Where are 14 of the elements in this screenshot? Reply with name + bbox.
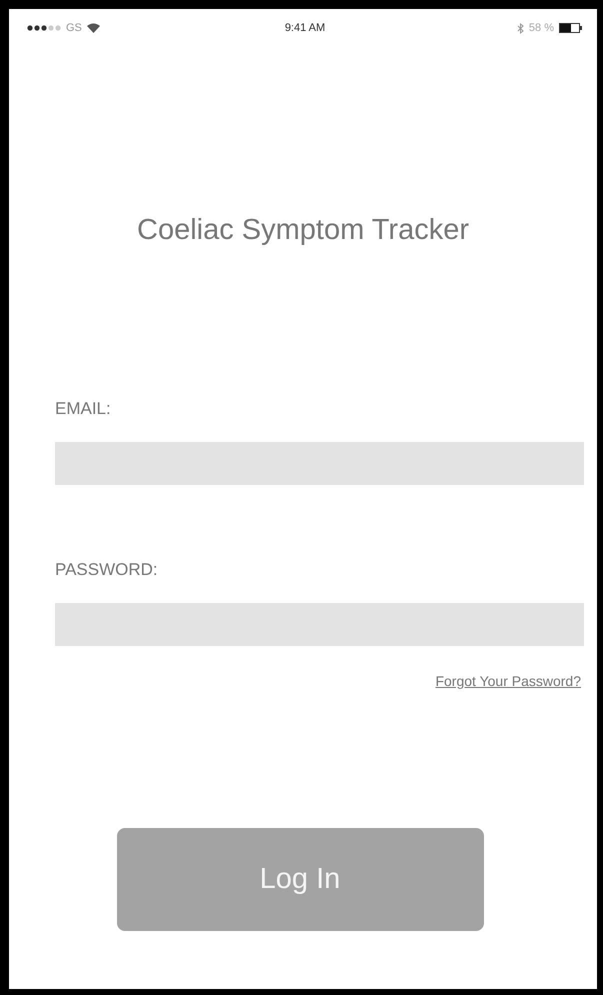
field-label: EMAIL: bbox=[55, 399, 111, 419]
login-button[interactable]: Log In bbox=[116, 828, 484, 931]
signal-icon bbox=[27, 25, 61, 31]
input-field[interactable] bbox=[55, 603, 584, 646]
battery-icon bbox=[558, 23, 583, 33]
wifi-icon bbox=[86, 23, 100, 33]
app-title: Coeliac Symptom Tracker bbox=[136, 214, 470, 247]
battery-percentage: 58 % bbox=[528, 22, 554, 34]
bluetooth-icon bbox=[516, 22, 524, 34]
input-field[interactable] bbox=[55, 442, 584, 485]
status-time: 9:41 AM bbox=[284, 22, 326, 34]
carrier-name: GS bbox=[66, 22, 82, 34]
field-label: PASSWORD: bbox=[55, 560, 158, 580]
forgot-password-link[interactable]: Forgot Your Password? bbox=[435, 673, 581, 689]
